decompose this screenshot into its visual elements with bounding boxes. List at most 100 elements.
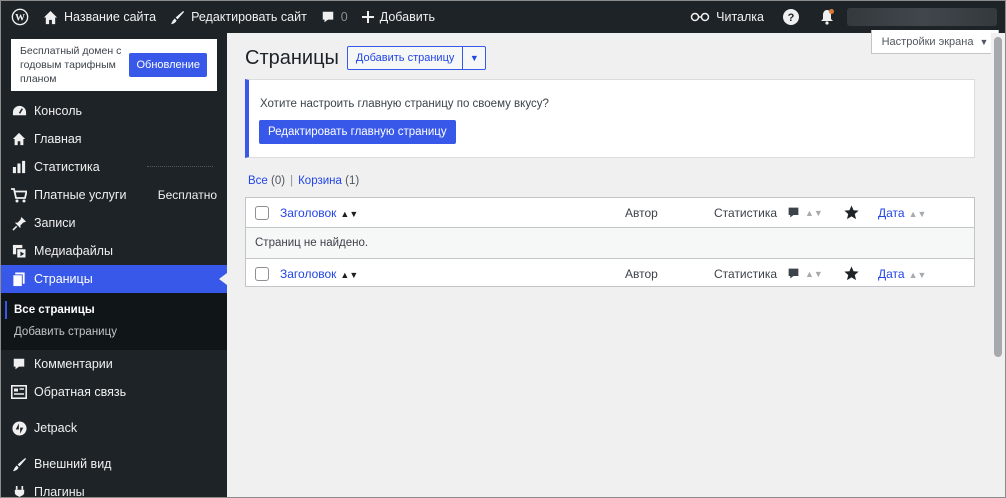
add-page-split-button: Добавить страницу ▼ xyxy=(346,46,487,70)
sidebar-item-plugins[interactable]: Плагины xyxy=(1,478,227,498)
glasses-icon xyxy=(690,12,710,22)
notice-question: Хотите настроить главную страницу по сво… xyxy=(260,98,549,110)
pages-icon xyxy=(11,271,27,287)
dashboard-icon xyxy=(11,103,27,119)
sidebar-item-label: Медиафайлы xyxy=(34,244,113,258)
pin-icon xyxy=(11,215,27,231)
sidebar-item-stats[interactable]: Статистика xyxy=(1,153,227,181)
admin-sidebar: Бесплатный домен с годовым тарифным план… xyxy=(1,33,227,498)
table-header-row: Заголовок ▲▼ Автор Статистика ▲▼ Дата ▲▼ xyxy=(246,198,974,228)
sidebar-item-home[interactable]: Главная xyxy=(1,125,227,153)
column-title-sort[interactable]: Заголовок ▲▼ xyxy=(280,206,358,220)
edit-site-label: Редактировать сайт xyxy=(191,10,307,24)
star-icon xyxy=(844,266,859,281)
reader-link[interactable]: Читалка xyxy=(683,1,771,33)
screen-options-button[interactable]: Настройки экрана ▼ xyxy=(871,30,999,54)
sidebar-item-feedback[interactable]: Обратная связь xyxy=(1,378,227,406)
help-icon: ? xyxy=(783,9,799,25)
select-all-checkbox[interactable] xyxy=(255,267,269,281)
column-author: Автор xyxy=(625,267,658,281)
column-title-label: Заголовок xyxy=(280,267,337,281)
comments-icon xyxy=(11,356,27,372)
status-filters: Все (0) | Корзина (1) xyxy=(248,175,359,187)
pages-table: Заголовок ▲▼ Автор Статистика ▲▼ Дата ▲▼ С… xyxy=(245,197,975,287)
column-date-label: Дата xyxy=(878,267,905,281)
profile-menu-blurred[interactable] xyxy=(847,8,997,26)
sidebar-item-label: Обратная связь xyxy=(34,385,127,399)
sidebar-item-comments[interactable]: Комментарии xyxy=(1,350,227,378)
column-date-sort[interactable]: Дата ▲▼ xyxy=(878,206,926,220)
sidebar-item-appearance[interactable]: Внешний вид xyxy=(1,450,227,478)
sort-icon: ▲▼ xyxy=(340,209,359,219)
filter-trash-link[interactable]: Корзина xyxy=(298,175,342,187)
feedback-icon xyxy=(11,384,27,400)
sidebar-item-jetpack[interactable]: Jetpack xyxy=(1,414,227,442)
filter-trash-label: Корзина xyxy=(298,175,342,187)
wordpress-logo-button[interactable]: W xyxy=(1,1,36,33)
plus-icon xyxy=(361,11,374,23)
sidebar-item-label: Статистика xyxy=(34,160,100,174)
caret-down-icon: ▼ xyxy=(979,36,989,47)
filter-all-link[interactable]: Все xyxy=(248,175,268,187)
sidebar-item-paid-services[interactable]: Платные услуги Бесплатно xyxy=(1,181,227,209)
empty-message: Страниц не найдено. xyxy=(255,237,369,249)
sidebar-item-label: Комментарии xyxy=(34,357,113,371)
sidebar-item-label: Страницы xyxy=(34,272,93,286)
stats-sparkline xyxy=(147,166,213,168)
sort-icon: ▲▼ xyxy=(805,268,823,279)
select-all-checkbox[interactable] xyxy=(255,206,269,220)
filter-all-label: Все xyxy=(248,175,268,187)
sidebar-item-label: Записи xyxy=(34,216,76,230)
upgrade-button[interactable]: Обновление xyxy=(129,53,207,77)
page-header: Страницы Добавить страницу ▼ xyxy=(245,46,487,70)
screen-options-label: Настройки экрана xyxy=(881,35,974,48)
site-name-link[interactable]: Название сайта xyxy=(36,1,163,33)
comment-bubble-icon xyxy=(322,11,334,23)
caret-down-icon: ▼ xyxy=(469,53,479,63)
column-date-label: Дата xyxy=(878,206,905,220)
comments-count: 0 xyxy=(340,10,348,24)
column-likes xyxy=(844,205,859,223)
sidebar-item-dashboard[interactable]: Консоль xyxy=(1,97,227,125)
column-author: Автор xyxy=(625,206,658,220)
stats-icon xyxy=(11,159,27,175)
appearance-icon xyxy=(11,456,27,472)
add-new-label: Добавить xyxy=(379,10,435,24)
sidebar-item-label: Главная xyxy=(34,132,82,146)
page-scrollbar[interactable] xyxy=(991,33,1005,497)
home-icon xyxy=(43,10,58,24)
sidebar-item-media[interactable]: Медиафайлы xyxy=(1,237,227,265)
column-comments-sort[interactable]: ▲▼ xyxy=(787,206,823,219)
sidebar-item-label: Плагины xyxy=(34,485,85,498)
sidebar-item-posts[interactable]: Записи xyxy=(1,209,227,237)
column-comments-sort[interactable]: ▲▼ xyxy=(787,267,823,280)
sidebar-item-pages[interactable]: Страницы xyxy=(1,265,227,293)
browser-frame: W Название сайта Редактировать сайт 0 До… xyxy=(0,0,1006,498)
help-button[interactable]: ? xyxy=(771,1,811,33)
column-title-label: Заголовок xyxy=(280,206,337,220)
column-likes xyxy=(844,266,859,284)
home-icon xyxy=(11,131,27,147)
filter-trash-count: (1) xyxy=(345,175,360,187)
notifications-button[interactable] xyxy=(811,1,843,33)
column-date-sort[interactable]: Дата ▲▼ xyxy=(878,267,926,281)
scrollbar-thumb[interactable] xyxy=(994,37,1002,357)
submenu-add-page[interactable]: Добавить страницу xyxy=(1,321,227,343)
add-page-button[interactable]: Добавить страницу xyxy=(348,47,464,69)
column-title-sort[interactable]: Заголовок ▲▼ xyxy=(280,267,358,281)
plugins-icon xyxy=(11,484,27,497)
comments-link[interactable]: 0 xyxy=(314,1,355,33)
add-page-dropdown-toggle[interactable]: ▼ xyxy=(463,47,485,69)
admin-bar: W Название сайта Редактировать сайт 0 До… xyxy=(1,1,1005,33)
edit-homepage-button[interactable]: Редактировать главную страницу xyxy=(259,120,456,144)
svg-text:?: ? xyxy=(788,12,795,24)
notification-dot xyxy=(829,9,834,14)
upsell-banner: Бесплатный домен с годовым тарифным план… xyxy=(11,39,217,91)
column-stats: Статистика xyxy=(714,206,778,220)
add-new-link[interactable]: Добавить xyxy=(355,1,442,33)
submenu-all-pages[interactable]: Все страницы xyxy=(1,299,227,321)
sort-icon: ▲▼ xyxy=(908,209,927,219)
edit-site-link[interactable]: Редактировать сайт xyxy=(163,1,314,33)
sidebar-item-label: Jetpack xyxy=(34,421,78,435)
table-empty-row: Страниц не найдено. xyxy=(246,228,974,258)
